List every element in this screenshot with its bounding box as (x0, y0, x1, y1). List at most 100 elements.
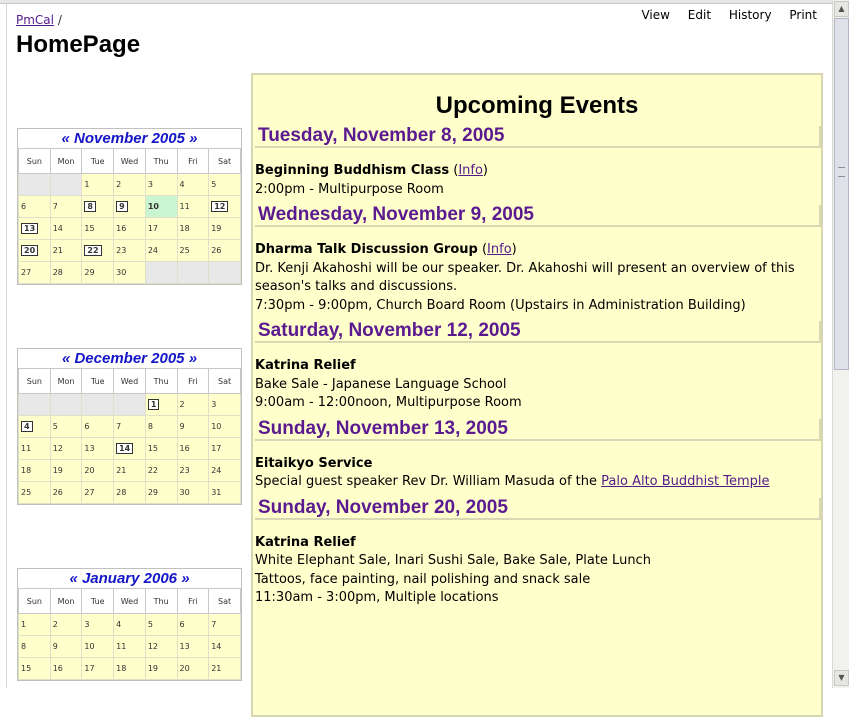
calendar-day-cell[interactable]: 2 (49, 613, 83, 636)
calendar-day-cell[interactable]: 13 (18, 217, 51, 240)
calendar-day-cell[interactable]: 24 (144, 239, 178, 262)
calendar-day-cell[interactable]: 12 (49, 437, 83, 460)
calendar-day-cell[interactable]: 16 (49, 657, 83, 680)
calendar-event-day-link[interactable]: 22 (84, 245, 102, 256)
calendar-day-cell[interactable]: 10 (208, 415, 241, 438)
calendar-day-cell[interactable]: 29 (81, 261, 115, 284)
calendar-day-cell[interactable]: 3 (144, 173, 178, 196)
calendar-day-cell[interactable]: 1 (81, 173, 115, 196)
calendar-day-cell[interactable]: 26 (49, 481, 83, 504)
calendar-day-cell[interactable]: 20 (176, 657, 210, 680)
breadcrumb-link-pmcal[interactable]: PmCal (16, 13, 54, 27)
calendar-day-cell[interactable]: 3 (81, 613, 115, 636)
calendar-event-day-link[interactable]: 4 (21, 421, 33, 432)
next-month-link[interactable]: » (189, 130, 197, 147)
prev-month-link[interactable]: « (69, 570, 77, 587)
calendar-day-cell[interactable]: 7 (49, 195, 83, 218)
event-info-link[interactable]: Info (487, 242, 512, 257)
calendar-day-cell[interactable]: 14 (49, 217, 83, 240)
event-external-link[interactable]: Palo Alto Buddhist Temple (601, 474, 769, 489)
calendar-day-cell[interactable]: 5 (208, 173, 241, 196)
calendar-day-cell[interactable]: 27 (18, 261, 51, 284)
calendar-day-cell[interactable]: 10 (81, 635, 115, 658)
calendar-day-cell[interactable]: 24 (208, 459, 241, 482)
calendar-day-cell[interactable]: 7 (113, 415, 146, 438)
prev-month-link[interactable]: « (62, 130, 70, 147)
calendar-day-cell[interactable]: 29 (144, 481, 178, 504)
calendar-day-cell[interactable]: 28 (49, 261, 83, 284)
calendar-day-cell[interactable]: 15 (18, 657, 51, 680)
calendar-day-cell[interactable]: 30 (176, 481, 210, 504)
calendar-day-cell[interactable]: 22 (144, 459, 178, 482)
prev-month-link[interactable]: « (62, 350, 70, 367)
calendar-event-day-link[interactable]: 13 (21, 223, 39, 234)
calendar-day-cell[interactable]: 4 (176, 173, 210, 196)
scroll-down-arrow-icon[interactable]: ▼ (834, 670, 849, 686)
calendar-day-cell[interactable]: 8 (81, 195, 115, 218)
calendar-day-cell[interactable]: 23 (113, 239, 146, 262)
calendar-day-cell[interactable]: 8 (18, 635, 51, 658)
calendar-day-cell[interactable]: 19 (208, 217, 241, 240)
calendar-day-cell[interactable]: 11 (176, 195, 210, 218)
calendar-day-cell[interactable]: 18 (18, 459, 51, 482)
calendar-event-day-link[interactable]: 20 (21, 245, 39, 256)
calendar-day-cell[interactable]: 17 (81, 657, 115, 680)
view-link[interactable]: View (641, 8, 669, 22)
calendar-day-cell[interactable]: 19 (144, 657, 178, 680)
calendar-day-cell[interactable]: 2 (113, 173, 146, 196)
calendar-day-cell[interactable]: 15 (81, 217, 115, 240)
calendar-day-cell[interactable]: 7 (208, 613, 241, 636)
calendar-day-cell[interactable]: 13 (81, 437, 115, 460)
calendar-day-cell[interactable]: 25 (176, 239, 210, 262)
calendar-day-cell[interactable]: 25 (18, 481, 51, 504)
calendar-event-day-link[interactable]: 14 (116, 443, 134, 454)
calendar-day-cell[interactable]: 9 (49, 635, 83, 658)
calendar-day-cell[interactable]: 13 (176, 635, 210, 658)
calendar-day-cell[interactable]: 11 (113, 635, 146, 658)
calendar-day-cell[interactable]: 15 (144, 437, 178, 460)
calendar-day-cell[interactable]: 1 (144, 393, 178, 416)
calendar-event-day-link[interactable]: 8 (84, 201, 96, 212)
calendar-day-cell[interactable]: 9 (113, 195, 146, 218)
event-info-link[interactable]: Info (458, 163, 483, 178)
calendar-day-cell[interactable]: 17 (144, 217, 178, 240)
calendar-day-cell[interactable]: 18 (176, 217, 210, 240)
vertical-scrollbar[interactable]: ▲ ▼ (832, 0, 849, 688)
calendar-day-cell[interactable]: 27 (81, 481, 115, 504)
calendar-day-cell[interactable]: 3 (208, 393, 241, 416)
calendar-day-cell[interactable]: 4 (113, 613, 146, 636)
calendar-day-cell[interactable]: 18 (113, 657, 146, 680)
scroll-thumb[interactable] (834, 18, 849, 370)
calendar-day-cell[interactable]: 28 (113, 481, 146, 504)
calendar-day-cell[interactable]: 14 (113, 437, 146, 460)
calendar-day-cell[interactable]: 31 (208, 481, 241, 504)
calendar-event-day-link[interactable]: 12 (211, 201, 229, 212)
calendar-day-cell[interactable]: 19 (49, 459, 83, 482)
calendar-day-cell[interactable]: 14 (208, 635, 241, 658)
calendar-day-cell[interactable]: 30 (113, 261, 146, 284)
calendar-day-cell[interactable]: 2 (176, 393, 210, 416)
scroll-up-arrow-icon[interactable]: ▲ (834, 1, 849, 17)
calendar-day-cell[interactable]: 11 (18, 437, 51, 460)
calendar-event-day-link[interactable]: 9 (116, 201, 128, 212)
next-month-link[interactable]: » (189, 350, 197, 367)
calendar-event-day-link[interactable]: 1 (147, 399, 160, 410)
calendar-day-cell[interactable]: 21 (208, 657, 241, 680)
calendar-day-cell[interactable]: 16 (113, 217, 146, 240)
calendar-day-cell[interactable]: 21 (113, 459, 146, 482)
history-link[interactable]: History (729, 8, 772, 22)
calendar-day-cell[interactable]: 26 (208, 239, 241, 262)
calendar-day-cell[interactable]: 22 (81, 239, 115, 262)
calendar-day-cell[interactable]: 6 (18, 195, 51, 218)
calendar-day-cell[interactable]: 21 (49, 239, 83, 262)
calendar-day-cell[interactable]: 1 (18, 613, 51, 636)
calendar-day-cell[interactable]: 9 (176, 415, 210, 438)
calendar-day-cell[interactable]: 8 (144, 415, 178, 438)
calendar-day-cell[interactable]: 4 (18, 415, 51, 438)
calendar-day-cell[interactable]: 20 (18, 239, 51, 262)
edit-link[interactable]: Edit (688, 8, 711, 22)
calendar-day-cell[interactable]: 12 (208, 195, 241, 218)
calendar-day-cell[interactable]: 10 (144, 195, 178, 218)
calendar-day-cell[interactable]: 20 (81, 459, 115, 482)
calendar-day-cell[interactable]: 12 (144, 635, 178, 658)
